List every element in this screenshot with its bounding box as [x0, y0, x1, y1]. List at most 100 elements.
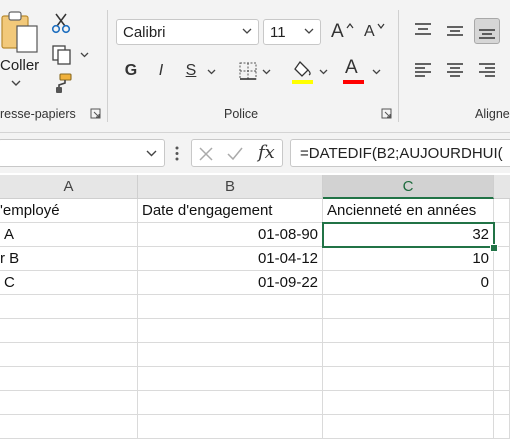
fill-handle[interactable] [490, 244, 498, 252]
cell-d1[interactable] [494, 199, 510, 223]
borders-icon[interactable] [238, 61, 258, 81]
italic-button[interactable]: I [150, 59, 172, 83]
cell-a3[interactable]: r B [0, 247, 138, 271]
empty-cell[interactable] [138, 295, 323, 319]
enter-icon[interactable] [226, 146, 244, 162]
caret-down-icon [377, 23, 385, 29]
font-name-dropdown[interactable]: Calibri [116, 19, 259, 45]
font-color-dropdown-icon[interactable] [372, 69, 381, 75]
cell-a1[interactable]: 'employé [0, 199, 138, 223]
dialog-launcher-icon[interactable] [90, 108, 101, 119]
align-center-button[interactable] [442, 58, 468, 84]
empty-cell[interactable] [494, 295, 510, 319]
align-top-icon [415, 23, 431, 35]
empty-cell[interactable] [138, 343, 323, 367]
cell-c3[interactable]: 10 [323, 247, 494, 271]
empty-cell[interactable] [0, 367, 138, 391]
caret-up-icon [346, 23, 354, 29]
cut-icon[interactable] [51, 12, 71, 34]
chevron-down-icon [242, 28, 252, 34]
column-header-b[interactable]: B [138, 175, 323, 199]
cell-b2[interactable]: 01-08-90 [138, 223, 323, 247]
column-header-d[interactable] [494, 175, 510, 199]
empty-cell[interactable] [323, 367, 494, 391]
align-middle-icon [447, 26, 463, 36]
align-right-icon [479, 63, 495, 77]
empty-cell[interactable] [323, 319, 494, 343]
paste-button-label[interactable]: Coller [0, 57, 39, 74]
empty-cell[interactable] [494, 319, 510, 343]
cell-b3[interactable]: 01-04-12 [138, 247, 323, 271]
font-color-swatch [343, 80, 364, 84]
font-name-value: Calibri [123, 24, 166, 41]
more-options-icon[interactable] [174, 145, 180, 162]
cell-a4[interactable]: C [0, 271, 138, 295]
empty-cell[interactable] [0, 415, 138, 439]
empty-cell[interactable] [494, 367, 510, 391]
grow-font-label: A [331, 21, 344, 42]
formula-text: =DATEDIF(B2;AUJOURDHUI( [300, 145, 503, 162]
empty-cell[interactable] [323, 295, 494, 319]
empty-cell[interactable] [0, 343, 138, 367]
insert-function-icon[interactable]: fx [258, 142, 275, 163]
copy-dropdown-icon[interactable] [80, 52, 89, 58]
fill-color-swatch [292, 80, 313, 84]
name-box[interactable] [0, 139, 165, 167]
align-left-button[interactable] [410, 58, 436, 84]
formula-bar: fx =DATEDIF(B2;AUJOURDHUI( [0, 133, 510, 173]
borders-dropdown-icon[interactable] [262, 69, 271, 75]
cell-c4[interactable]: 0 [323, 271, 494, 295]
align-bottom-icon [479, 29, 495, 39]
column-header-c[interactable]: C [323, 175, 494, 199]
column-header-a[interactable]: A [0, 175, 138, 199]
font-size-dropdown[interactable]: 11 [263, 19, 321, 45]
align-middle-button[interactable] [442, 18, 468, 44]
clipboard-group-label: resse-papiers [0, 107, 76, 121]
spreadsheet-grid: A B C 'employé Date d'engagement Ancienn… [0, 175, 510, 440]
empty-cell[interactable] [494, 391, 510, 415]
empty-cell[interactable] [494, 343, 510, 367]
cancel-icon[interactable] [198, 146, 214, 162]
alignment-group-label: Aligne [475, 107, 510, 121]
shrink-font-button[interactable]: A [364, 19, 388, 45]
fill-color-dropdown-icon[interactable] [319, 69, 328, 75]
chevron-down-icon[interactable] [11, 80, 21, 87]
formula-input[interactable]: =DATEDIF(B2;AUJOURDHUI( [290, 139, 510, 167]
formula-controls: fx [191, 139, 283, 167]
cell-b4[interactable]: 01-09-22 [138, 271, 323, 295]
font-group-label: Police [224, 107, 259, 121]
chevron-down-icon[interactable] [146, 150, 157, 157]
empty-cell[interactable] [0, 391, 138, 415]
cell-c1[interactable]: Ancienneté en années [323, 199, 494, 223]
grow-font-button[interactable]: A [331, 19, 355, 45]
dialog-launcher-icon[interactable] [381, 108, 392, 119]
underline-button[interactable]: S [180, 59, 202, 83]
paste-icon[interactable] [0, 10, 40, 54]
align-right-button[interactable] [474, 58, 500, 84]
empty-cell[interactable] [138, 367, 323, 391]
copy-icon[interactable] [51, 44, 73, 66]
shrink-font-label: A [364, 23, 375, 40]
empty-cell[interactable] [0, 295, 138, 319]
cell-b1[interactable]: Date d'engagement [138, 199, 323, 223]
empty-cell[interactable] [138, 319, 323, 343]
empty-cell[interactable] [0, 319, 138, 343]
empty-cell[interactable] [323, 343, 494, 367]
group-separator [107, 10, 108, 122]
cell-a2[interactable]: A [0, 223, 138, 247]
empty-cell[interactable] [138, 391, 323, 415]
ribbon: Coller resse-papiers Calibri 11 A A G I … [0, 0, 510, 133]
cell-d4[interactable] [494, 271, 510, 295]
align-top-button[interactable] [410, 18, 436, 44]
align-bottom-button[interactable] [474, 18, 500, 44]
underline-dropdown-icon[interactable] [207, 69, 216, 75]
empty-cell[interactable] [323, 415, 494, 439]
align-center-icon [447, 63, 463, 77]
font-color-button[interactable]: A [345, 57, 358, 79]
group-separator [398, 10, 399, 122]
format-painter-icon[interactable] [51, 72, 73, 94]
empty-cell[interactable] [323, 391, 494, 415]
empty-cell[interactable] [494, 415, 510, 439]
empty-cell[interactable] [138, 415, 323, 439]
bold-button[interactable]: G [120, 59, 142, 83]
